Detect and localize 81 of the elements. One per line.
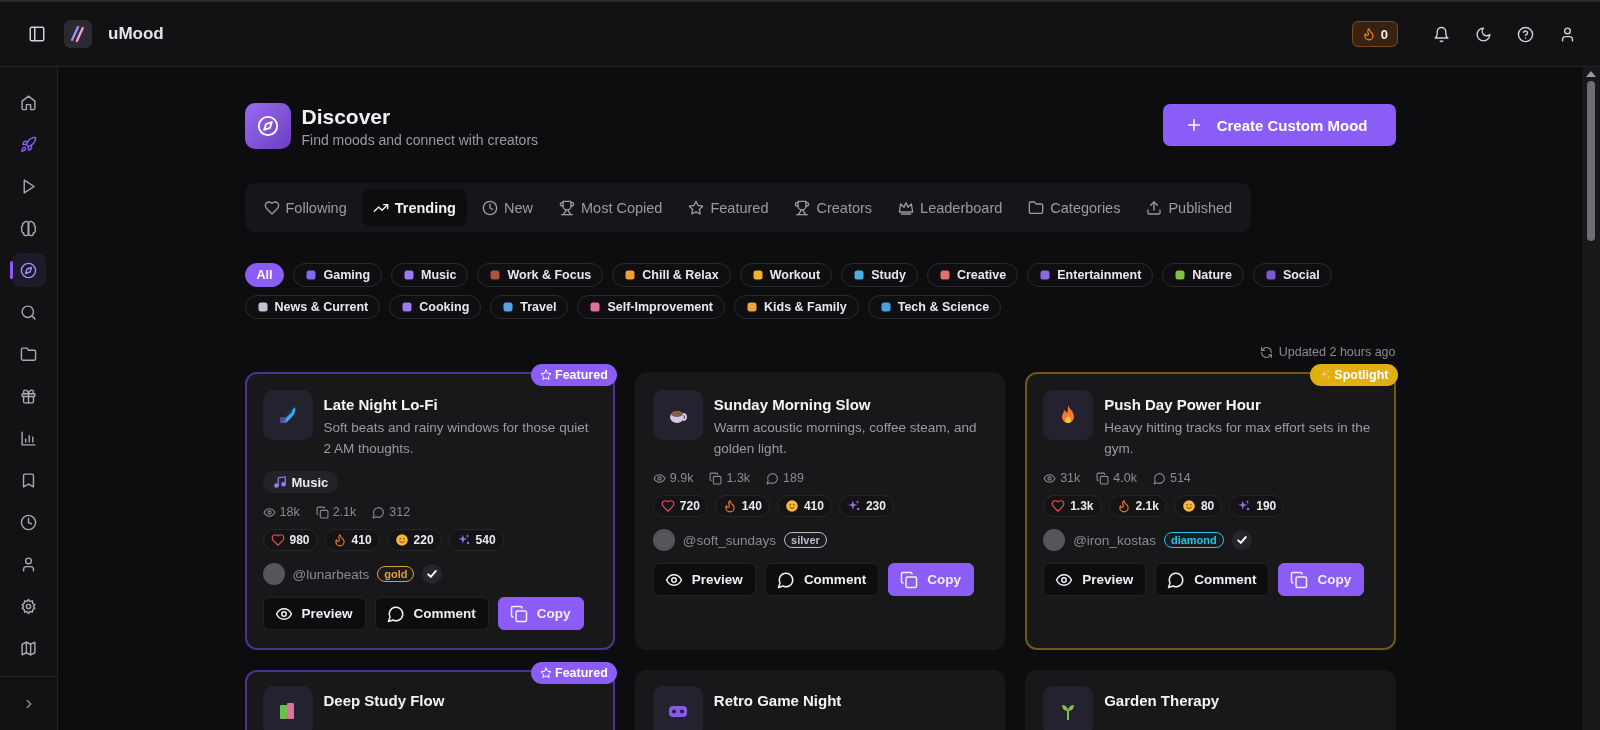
tab[interactable]: Leaderboard: [887, 189, 1014, 226]
category-chip[interactable]: Workout: [739, 263, 833, 287]
copy-count: 4.0k: [1113, 471, 1137, 485]
action-button[interactable]: Comment: [764, 563, 880, 596]
reaction-button[interactable]: 980: [262, 529, 318, 551]
category-chip[interactable]: Creative: [926, 263, 1019, 287]
mood-description: Heavy hitting tracks for max effort sets in the gym.: [1104, 419, 1372, 458]
mood-title: Garden Therapy: [1104, 691, 1220, 711]
category-chip[interactable]: Music: [391, 263, 469, 287]
mood-title: Late Night Lo-Fi: [323, 395, 439, 415]
app-name: uMood: [108, 24, 164, 44]
action-button[interactable]: Copy: [1278, 563, 1365, 596]
reaction-button[interactable]: 720: [652, 495, 708, 517]
view-count: 9.9k: [669, 471, 694, 485]
action-button[interactable]: Preview: [1043, 563, 1147, 596]
action-button[interactable]: Preview: [652, 563, 756, 596]
tier-badge: diamond: [1163, 532, 1224, 548]
tab[interactable]: Featured: [677, 189, 780, 226]
reaction-button[interactable]: 80: [1173, 495, 1223, 517]
updated-time: Updated 2 hours ago: [1278, 345, 1396, 359]
category-chip[interactable]: Cooking: [389, 295, 482, 319]
action-button[interactable]: Preview: [262, 597, 366, 630]
category-chip[interactable]: Social: [1252, 263, 1332, 287]
copy-count: 2.1k: [332, 505, 357, 519]
reaction-button[interactable]: 220: [386, 529, 442, 551]
tier-badge: silver: [784, 532, 827, 548]
category-chip[interactable]: Work & Focus: [477, 263, 604, 287]
tab[interactable]: Creators: [783, 189, 884, 226]
streak-button[interactable]: 0: [1351, 21, 1398, 47]
author-handle: @iron_kostas: [1073, 532, 1156, 548]
action-button[interactable]: Comment: [374, 597, 489, 630]
reaction-button[interactable]: 540: [448, 529, 504, 551]
tab[interactable]: Categories: [1017, 189, 1132, 226]
comment-count: 189: [783, 471, 804, 485]
category-chip[interactable]: Tech & Science: [867, 295, 1002, 319]
reaction-button[interactable]: 410: [776, 495, 832, 517]
mood-title: Push Day Power Hour: [1104, 395, 1262, 415]
copy-count: 1.3k: [726, 471, 751, 485]
category-chip[interactable]: News & Current: [244, 295, 381, 319]
reaction-button[interactable]: 230: [838, 495, 894, 517]
tab[interactable]: Most Copied: [548, 189, 674, 226]
reaction-button[interactable]: 190: [1229, 495, 1285, 517]
action-button[interactable]: Copy: [888, 563, 974, 596]
mood-description: Soft beats and rainy windows for those quiet 2 AM thoughts.: [323, 419, 590, 458]
reaction-button[interactable]: 1.3k: [1043, 495, 1102, 517]
reaction-button[interactable]: 2.1k: [1108, 495, 1167, 517]
ribbon-label: Featured: [555, 368, 608, 382]
comment-count: 514: [1169, 471, 1191, 485]
page-title: Discover: [301, 104, 392, 129]
action-button[interactable]: Copy: [497, 597, 584, 630]
reaction-button[interactable]: 410: [324, 529, 380, 551]
action-button[interactable]: Comment: [1155, 563, 1270, 596]
mood-title: Sunday Morning Slow: [713, 395, 872, 415]
tab[interactable]: Following: [252, 189, 358, 226]
ribbon-label: Spotlight: [1334, 368, 1389, 382]
category-chip[interactable]: All: [244, 263, 285, 287]
view-count: 31k: [1060, 471, 1081, 485]
tier-badge: gold: [377, 566, 415, 582]
author-handle: @lunarbeats: [292, 566, 370, 582]
tab[interactable]: Published: [1135, 189, 1244, 226]
category-chip[interactable]: Gaming: [293, 263, 383, 287]
category-chip[interactable]: Travel: [490, 295, 569, 319]
view-count: 18k: [279, 505, 300, 519]
category-chip[interactable]: Entertainment: [1027, 263, 1154, 287]
ribbon-label: Featured: [555, 666, 608, 680]
reaction-button[interactable]: 140: [714, 495, 770, 517]
tab[interactable]: New: [471, 189, 544, 226]
comment-count: 312: [389, 505, 411, 519]
mood-title: Retro Game Night: [713, 691, 842, 711]
category-chip[interactable]: Study: [841, 263, 918, 287]
mood-description: Warm acoustic mornings, coffee steam, and golden light.: [713, 419, 978, 458]
tab[interactable]: Trending: [361, 189, 467, 226]
author-handle: @soft_sundays: [682, 532, 777, 548]
category-chip[interactable]: Nature: [1162, 263, 1244, 287]
page-subtitle: Find moods and connect with creators: [301, 131, 539, 148]
category-chip[interactable]: Kids & Family: [734, 295, 859, 319]
category-chip[interactable]: Chill & Relax: [612, 263, 731, 287]
create-mood-button[interactable]: Create Custom Mood: [1162, 104, 1396, 146]
category-chip[interactable]: Self-Improvement: [577, 295, 725, 319]
tag-label: Music: [291, 474, 329, 490]
mood-title: Deep Study Flow: [323, 691, 445, 711]
